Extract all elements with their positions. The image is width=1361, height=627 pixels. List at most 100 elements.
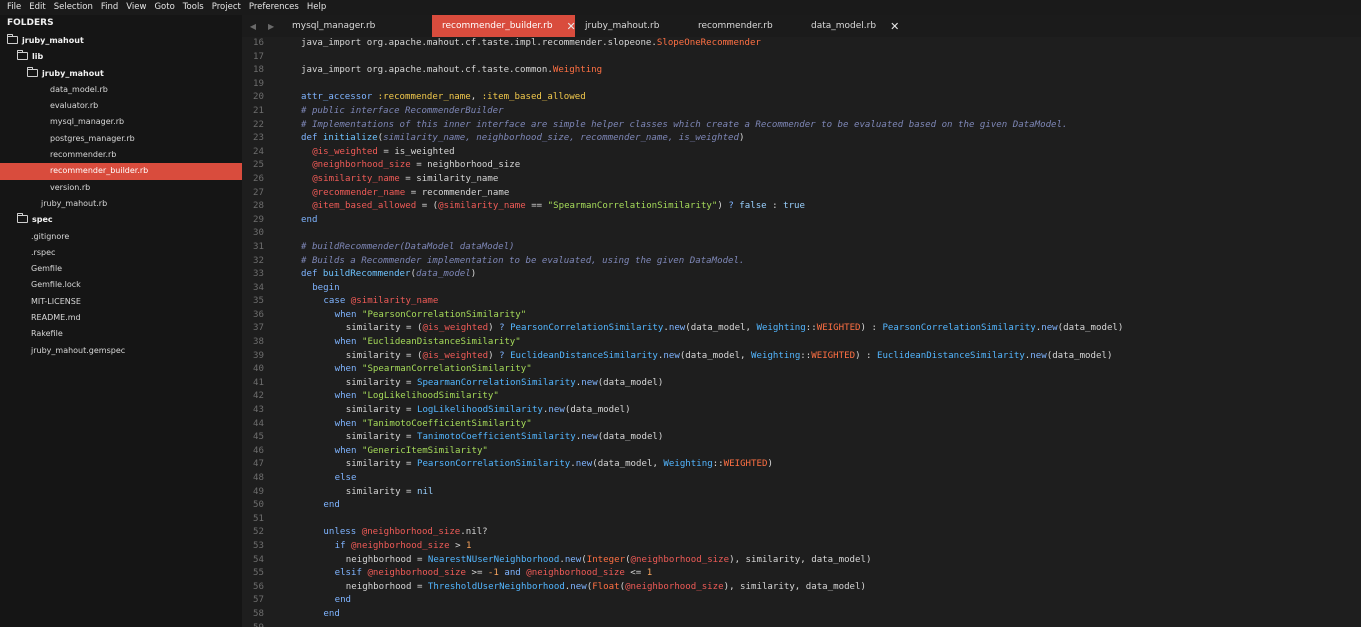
- tree-file[interactable]: .rspec: [0, 245, 242, 261]
- code-token: (data_model,: [679, 350, 752, 361]
- menu-edit[interactable]: Edit: [25, 0, 49, 15]
- menu-project[interactable]: Project: [208, 0, 245, 15]
- code-line: 56 neighborhood = ThresholdUserNeighborho…: [242, 581, 1361, 595]
- close-icon[interactable]: ✕: [890, 20, 899, 33]
- menu-view[interactable]: View: [122, 0, 150, 15]
- code-line: 49 similarity = nil: [242, 486, 1361, 500]
- code-line: 44 when "TanimotoCoefficientSimilarity": [242, 418, 1361, 432]
- line-number: 36: [253, 309, 264, 320]
- code-token: # Implementations of this inner interfac…: [301, 119, 1068, 130]
- code-token: and: [498, 568, 527, 579]
- code-token: nil: [416, 486, 434, 497]
- code-text: # public interface RecommenderBuilder: [301, 105, 504, 119]
- tree-file[interactable]: recommender.rb: [0, 147, 242, 163]
- code-token: when: [334, 364, 362, 375]
- code-token: PearsonCorrelationSimilarity: [882, 323, 1036, 334]
- code-token: @neighborhood_size: [526, 568, 625, 579]
- tree-file[interactable]: jruby_mahout.rb: [0, 196, 242, 212]
- tab-mysql-manager-rb[interactable]: mysql_manager.rb: [282, 15, 432, 37]
- code-text: end: [301, 214, 317, 228]
- code-token: end: [334, 595, 352, 606]
- code-token: NearestNUserNeighborhood: [427, 554, 560, 565]
- code-token: SlopeOneRecommender: [656, 38, 761, 48]
- chevron-left-icon[interactable]: ◀: [250, 22, 256, 31]
- tree-folder[interactable]: jruby_mahout: [0, 33, 242, 49]
- code-text: @is_weighted = is_weighted: [312, 146, 454, 160]
- tab-label: recommender_builder.rb: [442, 21, 553, 31]
- tree-file[interactable]: recommender_builder.rb: [0, 163, 242, 180]
- tabs: mysql_manager.rb recommender_builder.rb ✕ j…: [282, 15, 915, 37]
- tab-recommender-builder-rb[interactable]: recommender_builder.rb ✕: [432, 15, 576, 37]
- code-token: (data_model): [597, 377, 664, 388]
- code-token: @similarity_name: [438, 201, 526, 212]
- code-token: end: [323, 500, 340, 511]
- code-token: new: [1030, 350, 1047, 361]
- menu-tools[interactable]: Tools: [179, 0, 208, 15]
- code-line: 41 similarity = SpearmanCorrelationSimila…: [242, 377, 1361, 391]
- code-text: java_import org.apache.mahout.cf.taste.i…: [301, 37, 761, 51]
- tree-file[interactable]: evaluator.rb: [0, 98, 242, 114]
- code-text: when "PearsonCorrelationSimilarity": [335, 309, 527, 323]
- tree-file[interactable]: MIT-LICENSE: [0, 294, 242, 310]
- tree-item-label: recommender.rb: [50, 150, 117, 160]
- tree-folder[interactable]: jruby_mahout: [0, 66, 242, 82]
- tree-file[interactable]: .gitignore: [0, 229, 242, 245]
- code-token: Integer: [586, 554, 626, 565]
- code-line: 31 # buildRecommender(DataModel dataModel…: [242, 241, 1361, 255]
- code-token: :: [766, 201, 784, 212]
- code-token: ==: [525, 201, 548, 212]
- code-token: new: [663, 350, 680, 361]
- tab-jruby-mahout-rb[interactable]: jruby_mahout.rb: [575, 15, 688, 37]
- tree-folder[interactable]: lib: [0, 49, 242, 65]
- code-line: 33 def buildRecommender(data_model): [242, 268, 1361, 282]
- code-line: 24 @is_weighted = is_weighted: [242, 146, 1361, 160]
- tree-file[interactable]: data_model.rb: [0, 82, 242, 98]
- tree-file[interactable]: mysql_manager.rb: [0, 114, 242, 130]
- code-text: def buildRecommender(data_model): [301, 268, 476, 282]
- menu-selection[interactable]: Selection: [50, 0, 97, 15]
- code-text: attr_accessor :recommender_name, :item_b…: [301, 91, 586, 105]
- line-number: 56: [253, 581, 264, 592]
- code-token: # Builds a Recommender implementation to…: [301, 255, 745, 266]
- code-editor[interactable]: 16 java_import org.apache.mahout.cf.taste…: [242, 37, 1361, 627]
- code-token: similarity = (: [345, 323, 423, 334]
- line-number: 48: [253, 473, 264, 483]
- chevron-right-icon[interactable]: ▶: [268, 22, 274, 31]
- tab-label: mysql_manager.rb: [292, 21, 376, 31]
- menu-preferences[interactable]: Preferences: [245, 0, 303, 15]
- line-number: 39: [253, 350, 264, 361]
- tree-file[interactable]: jruby_mahout.gemspec: [0, 343, 242, 359]
- code-token: PearsonCorrelationSimilarity: [504, 323, 664, 334]
- code-text: @recommender_name = recommender_name: [312, 187, 509, 201]
- tree-file[interactable]: Rakefile: [0, 326, 242, 342]
- menu-find[interactable]: Find: [97, 0, 122, 15]
- tab-recommender-rb[interactable]: recommender.rb: [688, 15, 801, 37]
- code-token: ::: [712, 459, 724, 470]
- line-number: 19: [253, 78, 264, 89]
- menu-goto[interactable]: Goto: [150, 0, 178, 15]
- code-token: (data_model,: [592, 459, 664, 470]
- code-token: buildRecommender: [322, 269, 411, 280]
- tree-file[interactable]: version.rb: [0, 180, 242, 196]
- tab-data-model-rb[interactable]: data_model.rb ✕: [801, 15, 915, 37]
- tree-file[interactable]: postgres_manager.rb: [0, 131, 242, 147]
- menu-file[interactable]: File: [0, 0, 25, 15]
- code-line: 19: [242, 78, 1361, 92]
- tree-file[interactable]: README.md: [0, 310, 242, 326]
- code-line: 40 when "SpearmanCorrelationSimilarity": [242, 363, 1361, 377]
- line-number: 24: [253, 146, 264, 157]
- line-number: 32: [253, 255, 264, 266]
- menu-help[interactable]: Help: [303, 0, 330, 15]
- tree-file[interactable]: Gemfile.lock: [0, 277, 242, 293]
- code-token: = is_weighted: [377, 146, 455, 157]
- code-token: when: [334, 445, 362, 456]
- line-number: 33: [253, 269, 264, 280]
- code-token: @recommender_name: [312, 187, 406, 198]
- code-text: # Implementations of this inner interfac…: [301, 119, 1068, 133]
- tree-file[interactable]: Gemfile: [0, 261, 242, 277]
- code-token: WEIGHTED: [811, 350, 856, 361]
- code-token: when: [334, 337, 362, 348]
- tree-folder[interactable]: spec: [0, 212, 242, 228]
- line-number: 49: [253, 486, 264, 497]
- code-token: new: [548, 405, 565, 416]
